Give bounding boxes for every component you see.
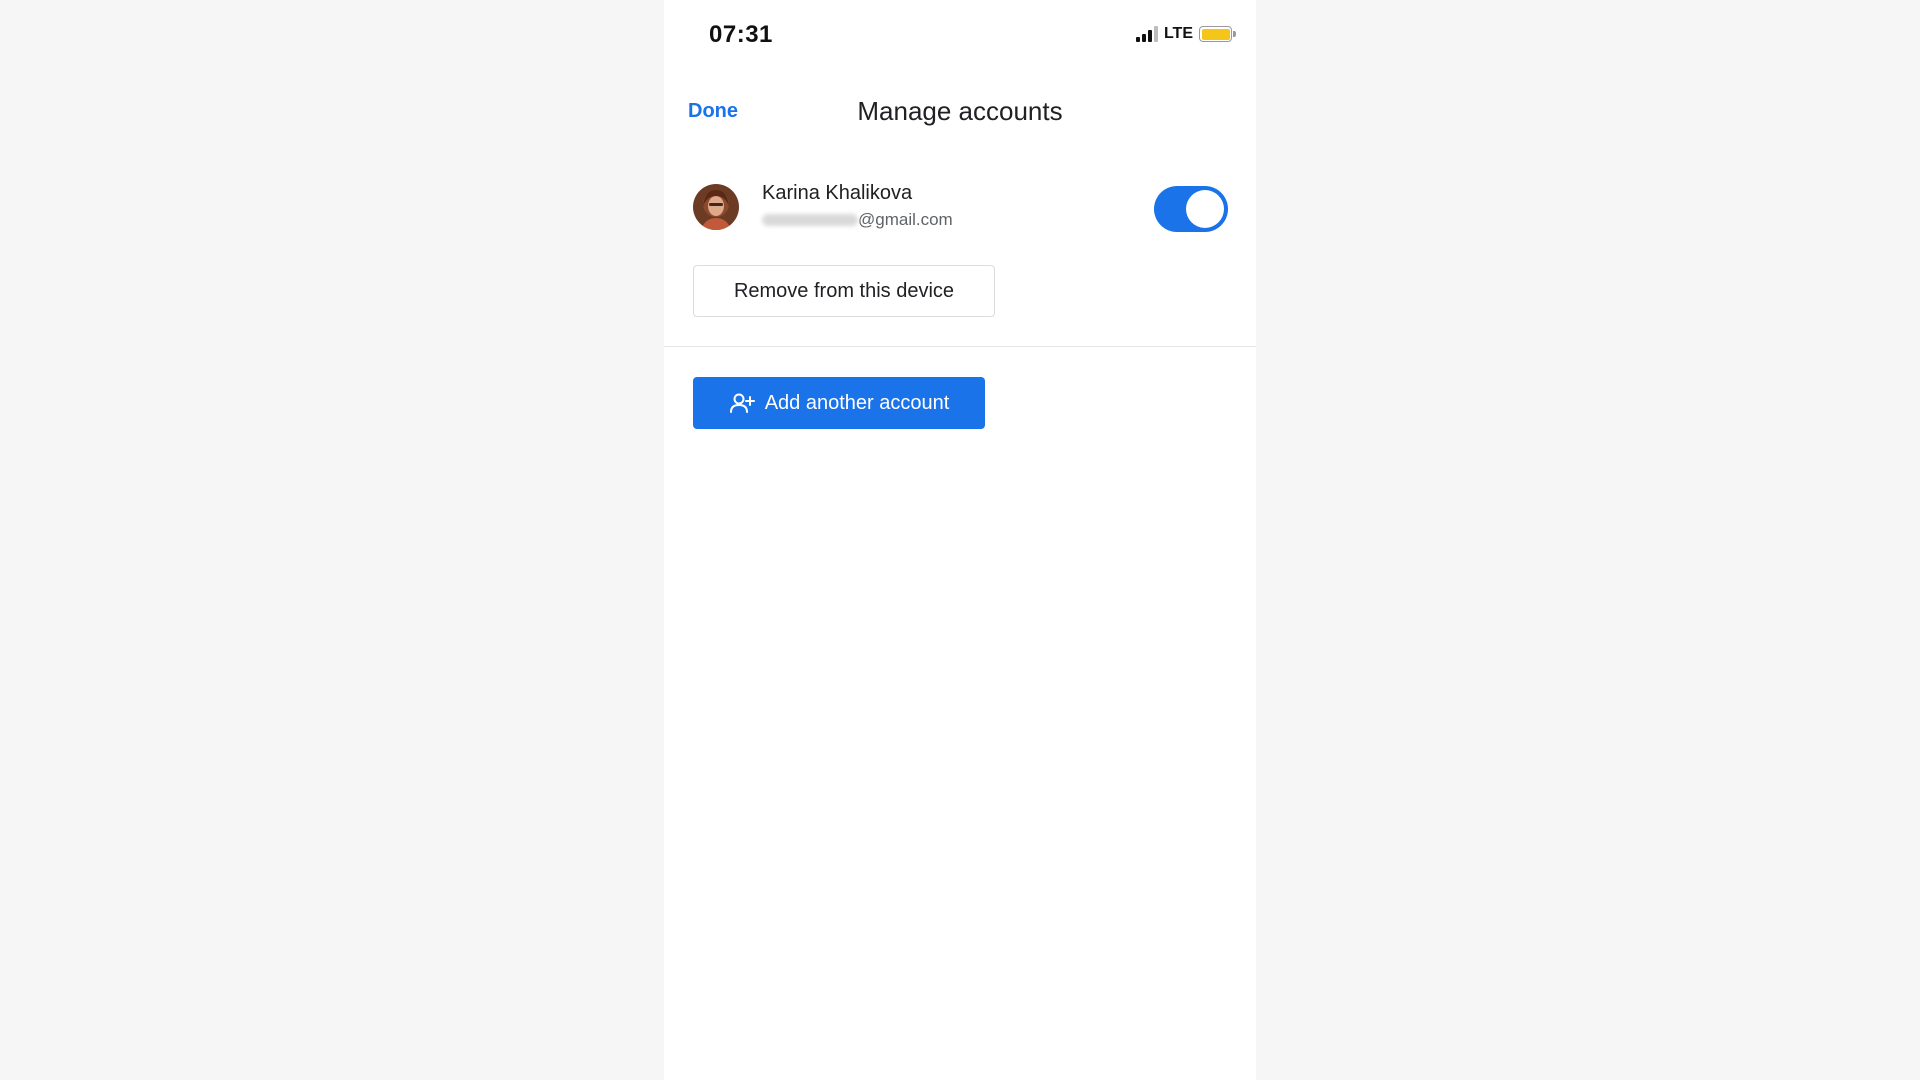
battery-icon [1199,26,1236,42]
add-another-account-label: Add another account [764,391,950,414]
signal-icon [1135,26,1158,42]
avatar [693,184,739,230]
status-bar: 07:31 LTE [664,0,1256,70]
phone-screen: 07:31 LTE Done Manage accounts Karina Kh… [664,0,1256,1080]
add-another-account-button[interactable]: Add another account [693,377,985,429]
status-indicators: LTE [1135,25,1236,43]
email-domain: @gmail.com [858,210,953,229]
add-person-icon [729,392,755,414]
email-redaction [762,214,858,226]
account-email: @gmail.com [762,210,953,230]
divider [664,346,1256,347]
account-row: Karina Khalikova @gmail.com [664,176,1256,242]
account-name: Karina Khalikova [762,182,913,204]
status-time: 07:31 [709,21,773,48]
account-sync-toggle[interactable] [1154,186,1228,232]
navigation-bar: Done Manage accounts [664,80,1256,142]
remove-from-device-button[interactable]: Remove from this device [693,265,995,317]
toggle-knob [1186,190,1224,228]
network-type-label: LTE [1163,25,1193,42]
page-title: Manage accounts [857,96,1063,126]
